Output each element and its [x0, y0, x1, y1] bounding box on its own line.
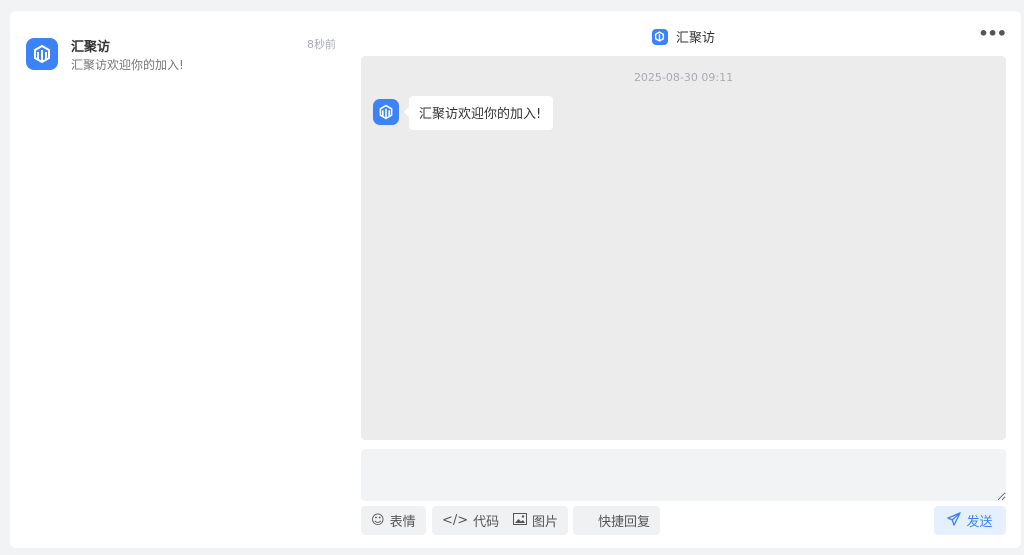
message-bubble: 汇聚访欢迎你的加入!	[403, 96, 554, 130]
send-label: 发送	[966, 515, 993, 530]
app-logo-icon	[26, 38, 58, 70]
send-button[interactable]: 发送	[934, 506, 1006, 535]
more-horizontal-icon[interactable]: •••	[978, 24, 1007, 43]
message-input[interactable]	[361, 449, 1006, 501]
code-label: 代码	[473, 515, 500, 530]
image-icon	[513, 512, 527, 529]
app-logo-icon	[651, 28, 668, 45]
chat-window: 汇聚访 8秒前 汇聚访欢迎你的加入! 汇聚访 ••• 2025-08-30 09…	[10, 11, 1021, 548]
sender-avatar-icon	[373, 99, 399, 125]
message-timestamp: 2025-08-30 09:11	[633, 71, 734, 84]
chat-header: 汇聚访 •••	[361, 23, 1007, 51]
chat-title: 汇聚访	[675, 31, 715, 46]
message-input-box[interactable]	[361, 449, 1006, 501]
image-label: 图片	[532, 515, 559, 530]
conversation-item[interactable]: 汇聚访 8秒前 汇聚访欢迎你的加入!	[26, 33, 336, 83]
image-button[interactable]: 图片	[503, 506, 569, 535]
code-button[interactable]: </> 代码	[432, 506, 510, 535]
conversation-time: 8秒前	[307, 38, 336, 51]
conversation-preview: 汇聚访欢迎你的加入!	[71, 58, 184, 72]
send-icon	[947, 511, 962, 530]
quick-reply-button[interactable]: 快捷回复	[573, 506, 661, 535]
conversation-name: 汇聚访	[71, 40, 111, 55]
emoji-label: 表情	[389, 515, 416, 530]
message-area[interactable]: 2025-08-30 09:11 汇聚访欢迎你的加入!	[361, 56, 1006, 440]
emoji-button[interactable]: ☺ 表情	[361, 506, 426, 535]
smile-icon: ☺	[371, 513, 385, 528]
code-icon: </>	[442, 513, 469, 528]
quick-reply-label: 快捷回复	[598, 515, 651, 530]
